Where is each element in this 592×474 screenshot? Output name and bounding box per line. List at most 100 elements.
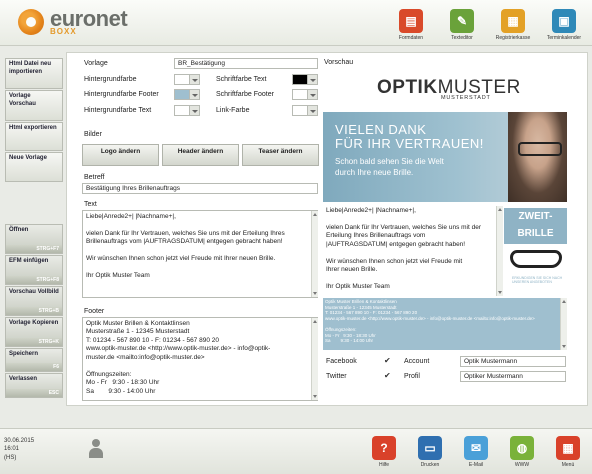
link-farbe-dropdown[interactable]	[308, 105, 318, 116]
sidebar-oeffnen[interactable]: Öffnen STRG+F7	[5, 224, 63, 254]
vorlage-label: Vorlage	[84, 60, 108, 67]
hintergrundfarbe-swatch[interactable]	[174, 74, 190, 85]
sidebar-item-label: EFM einfügen	[9, 258, 49, 264]
shortcut-label: STRG+K	[38, 338, 59, 345]
sidebar-verlassen[interactable]: Verlassen ESC	[5, 373, 63, 398]
preview-footer: Optik Muster Brillen & Kontaktlinsen Mus…	[323, 298, 560, 350]
sidebar-item-label: Verlassen	[9, 376, 38, 382]
globe-icon: ◍	[510, 436, 534, 460]
schriftfarbe-footer-swatch[interactable]	[292, 89, 308, 100]
top-toolbar: euronet BOXX ▤ Formdaten ✎ Texteditor ▦ …	[0, 0, 592, 46]
text-editor[interactable]: Liebe|Anrede2+| |Nachname+|, vielen Dank…	[82, 210, 318, 298]
shortcut-label: ESC	[48, 389, 59, 396]
terminkalender-button[interactable]: ▣ Terminkalender	[541, 9, 587, 41]
euronet-logo-icon	[18, 9, 44, 35]
hintergrundfarbe-text-swatch[interactable]	[174, 105, 190, 116]
texteditor-button[interactable]: ✎ Texteditor	[439, 9, 485, 41]
www-button[interactable]: ◍ WWW	[504, 436, 540, 468]
sidebar: Html Datei neu importieren Vorlage Vorsc…	[5, 58, 63, 398]
shortcut-label: STRG+B	[38, 307, 59, 314]
account-field[interactable]: Optik Mustermann	[460, 356, 566, 367]
betreff-label: Betreff	[84, 174, 105, 181]
sidebar-vorlage-kopieren[interactable]: Vorlage Kopieren STRG+K	[5, 317, 63, 347]
account-label: Account	[404, 358, 430, 365]
preview-footer-scrollbar[interactable]	[560, 298, 567, 350]
schriftfarbe-footer-dropdown[interactable]	[308, 89, 318, 100]
registrierkasse-button[interactable]: ▦ Registrierkasse	[490, 9, 536, 41]
pencil-icon: ✎	[450, 9, 474, 33]
menue-label: Menü	[561, 462, 575, 468]
twitter-label: Twitter	[326, 373, 347, 380]
email-label: E-Mail	[468, 462, 484, 468]
preview-header-banner: VIELEN DANK FÜR IHR VERTRAUEN! Schon bal…	[323, 112, 567, 202]
calendar-icon: ▣	[552, 9, 576, 33]
betreff-field[interactable]: Bestätigung Ihres Brillenauftrags	[82, 183, 318, 194]
sidebar-item-label: Vorschau Vollbild	[9, 289, 59, 295]
registrierkasse-label: Registrierkasse	[495, 35, 531, 41]
footer-editor[interactable]: Optik Muster Brillen & Kontaktlinsen Mus…	[82, 317, 318, 401]
header-aendern-button[interactable]: Header ändern	[162, 144, 239, 166]
preview-body-text: Liebe|Anrede2+| |Nachname+|, vielen Dank…	[323, 205, 503, 297]
hintergrundfarbe-footer-dropdown[interactable]	[190, 89, 200, 100]
banner-line-2: FÜR IHR VERTRAUEN!	[335, 136, 484, 151]
preview-logo-main: OPTIK	[377, 77, 438, 98]
footer-editor-scrollbar[interactable]	[311, 318, 318, 400]
sidebar-html-import[interactable]: Html Datei neu importieren	[5, 58, 63, 89]
preview-teaser: ZWEIT- BRILLE ERKUNDIGEN SIE SICH NACH U…	[504, 206, 567, 296]
hintergrundfarbe-text-dropdown[interactable]	[190, 105, 200, 116]
terminkalender-label: Terminkalender	[546, 35, 582, 41]
sidebar-efm-einfuegen[interactable]: EFM einfügen STRG+F8	[5, 255, 63, 285]
shortcut-label: F6	[53, 363, 59, 370]
status-mode: (HS)	[4, 454, 17, 461]
brand-sub: BOXX	[50, 27, 77, 36]
email-icon: ✉	[464, 436, 488, 460]
vorlage-field[interactable]: BR_Bestätigung	[174, 58, 318, 69]
schriftfarbe-text-swatch[interactable]	[292, 74, 308, 85]
bottom-toolbar: 30.06.2015 16:01 (HS) ? Hilfe ▭ Drucken …	[0, 428, 592, 474]
texteditor-label: Texteditor	[451, 35, 473, 41]
teaser-box: ZWEIT- BRILLE	[504, 208, 567, 244]
banner-line-4: durch Ihre neue Brille.	[335, 168, 414, 177]
schriftfarbe-text-dropdown[interactable]	[308, 74, 318, 85]
link-farbe-label: Link-Farbe	[216, 107, 250, 114]
sidebar-item-label: Öffnen	[9, 227, 29, 233]
sidebar-item-label: Vorlage Vorschau	[9, 93, 36, 107]
status-date: 30.06.2015	[4, 438, 35, 444]
www-label: WWW	[514, 462, 530, 468]
text-editor-scrollbar[interactable]	[311, 211, 318, 297]
hintergrundfarbe-label: Hintergrundfarbe	[84, 76, 137, 83]
facebook-checkbox[interactable]	[384, 356, 392, 366]
hintergrundfarbe-text-label: Hintergrundfarbe Text	[84, 107, 152, 114]
sidebar-item-label: Speichern	[9, 351, 39, 357]
user-icon[interactable]	[88, 439, 104, 459]
sidebar-vorschau-vollbild[interactable]: Vorschau Vollbild STRG+B	[5, 286, 63, 316]
hintergrundfarbe-footer-swatch[interactable]	[174, 89, 190, 100]
formdata-icon: ▤	[399, 9, 423, 33]
banner-line-1: VIELEN DANK	[335, 122, 427, 137]
teaser-aendern-button[interactable]: Teaser ändern	[242, 144, 319, 166]
twitter-checkbox[interactable]	[384, 371, 392, 381]
sidebar-speichern[interactable]: Speichern F6	[5, 348, 63, 372]
facebook-label: Facebook	[326, 358, 357, 365]
banner-line-3: Schon bald sehen Sie die Welt	[335, 157, 444, 166]
preview-body-scrollbar[interactable]	[496, 206, 503, 296]
menue-button[interactable]: ▦ Menü	[550, 436, 586, 468]
drucken-label: Drucken	[420, 462, 440, 468]
sidebar-vorlage-vorschau[interactable]: Vorlage Vorschau	[5, 90, 63, 121]
hintergrundfarbe-dropdown[interactable]	[190, 74, 200, 85]
teaser-line-1: ZWEIT-	[518, 211, 553, 222]
sidebar-neue-vorlage[interactable]: Neue Vorlage	[5, 152, 63, 182]
logo-aendern-button[interactable]: Logo ändern	[82, 144, 159, 166]
email-button[interactable]: ✉ E-Mail	[458, 436, 494, 468]
link-farbe-swatch[interactable]	[292, 105, 308, 116]
hilfe-button[interactable]: ? Hilfe	[366, 436, 402, 468]
sidebar-html-export[interactable]: Html exportieren	[5, 122, 63, 151]
help-icon: ?	[372, 436, 396, 460]
drucken-button[interactable]: ▭ Drucken	[412, 436, 448, 468]
menu-icon: ▦	[556, 436, 580, 460]
profil-field[interactable]: Optiker Mustermann	[460, 371, 566, 382]
cash-register-icon: ▦	[501, 9, 525, 33]
formdaten-button[interactable]: ▤ Formdaten	[388, 9, 434, 41]
shortcut-label: STRG+F8	[36, 276, 59, 283]
footer-label: Footer	[84, 308, 105, 315]
